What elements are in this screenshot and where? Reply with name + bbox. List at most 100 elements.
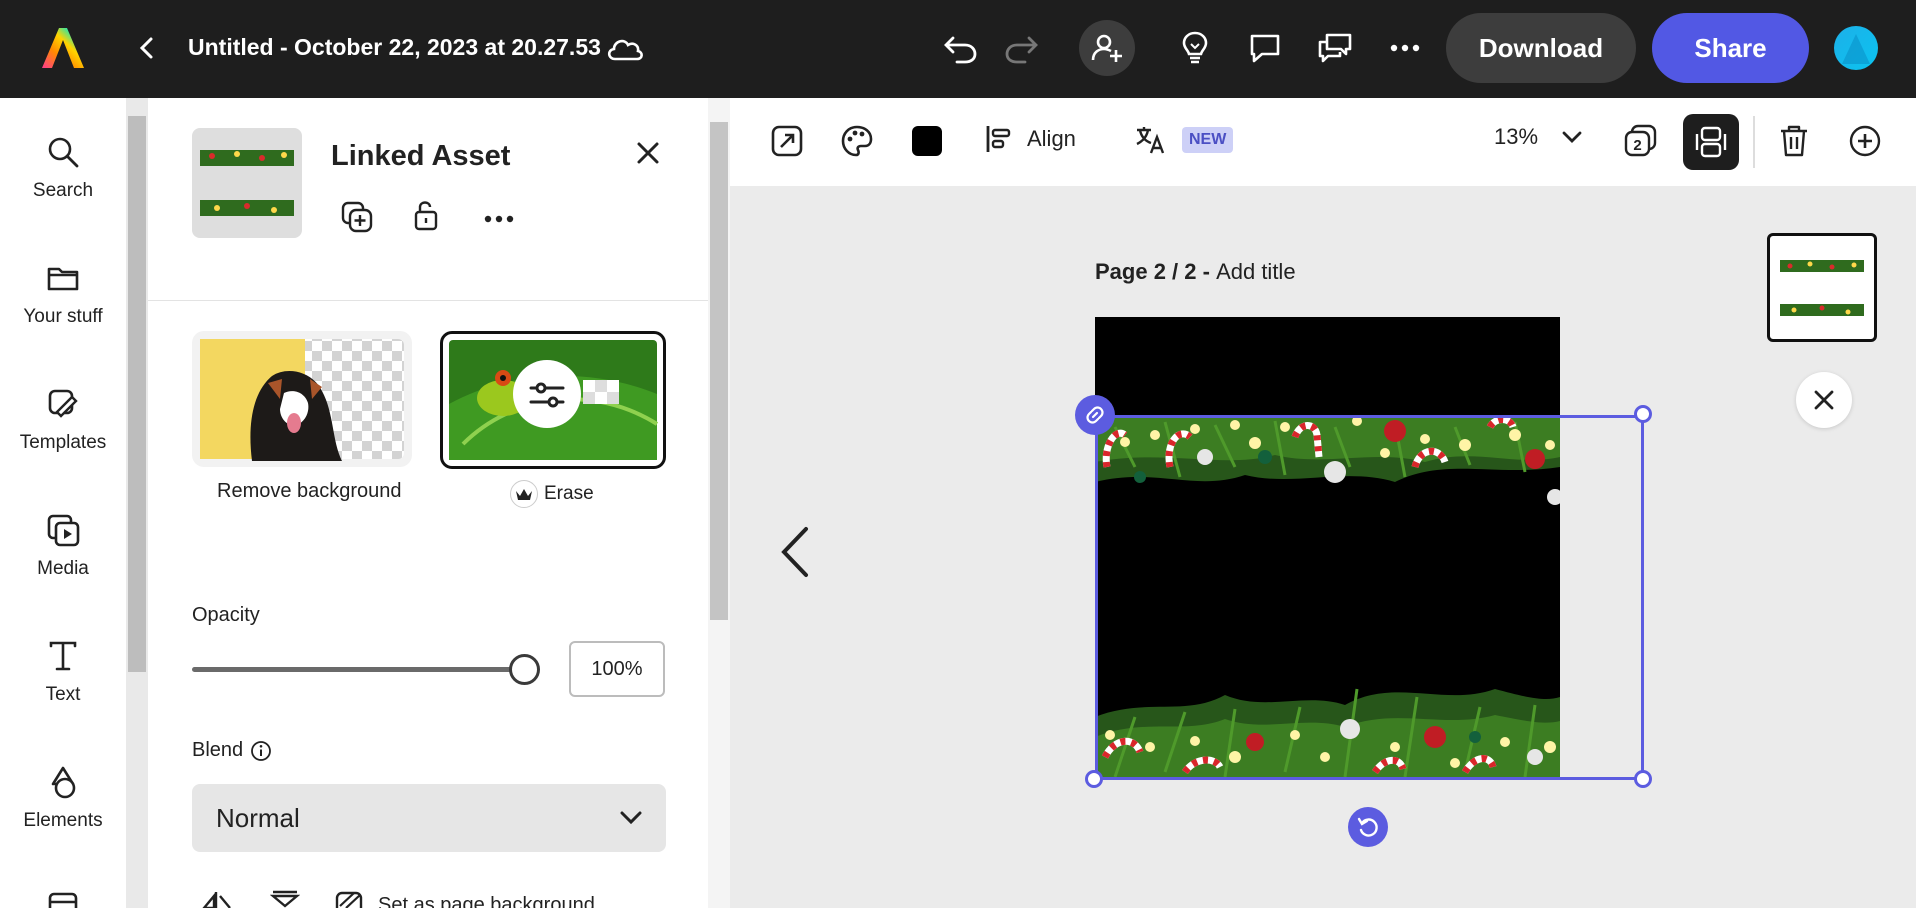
translate-icon (1134, 124, 1166, 156)
more-icon[interactable] (1380, 23, 1430, 73)
sidebar-item-media[interactable]: Media (0, 512, 126, 580)
document-title[interactable]: Untitled - October 22, 2023 at 20.27.53 (188, 34, 601, 61)
back-chevron-icon[interactable] (122, 23, 172, 73)
page-thumbnail[interactable] (1767, 233, 1877, 342)
flip-horizontal-icon[interactable] (200, 890, 234, 908)
previous-page-icon[interactable] (780, 526, 810, 583)
add-icon[interactable] (1848, 124, 1882, 158)
erase-card[interactable] (440, 331, 666, 469)
page-label: Page 2 / 2 - Add title (1095, 259, 1296, 285)
delete-icon[interactable] (1778, 124, 1810, 158)
media-icon (45, 512, 81, 548)
sidebar-item-label: Elements (23, 810, 103, 831)
erase-action[interactable]: Erase (510, 480, 594, 508)
cloud-icon[interactable] (600, 23, 650, 73)
sidebar-item-your-stuff[interactable]: Your stuff (0, 260, 126, 328)
fill-color-swatch[interactable] (910, 124, 944, 158)
opacity-label: Opacity (192, 604, 260, 626)
link-icon[interactable] (1075, 395, 1115, 435)
sidebar-item-label: Search (32, 180, 94, 201)
grid-icon (45, 890, 81, 908)
text-icon (45, 638, 81, 674)
info-icon[interactable] (250, 740, 272, 762)
more-options-icon[interactable] (484, 210, 514, 228)
chevron-down-icon (620, 811, 642, 825)
panel-scroll-thumb[interactable] (710, 122, 728, 620)
sidebar-item-label: Media (37, 558, 89, 579)
templates-icon (45, 386, 81, 422)
remove-background-card[interactable] (192, 331, 412, 467)
panel-title: Linked Asset (331, 140, 511, 172)
search-icon (45, 134, 81, 170)
redo-icon[interactable] (996, 23, 1046, 73)
set-page-background-label[interactable]: Set as page background (378, 894, 595, 908)
blend-mode-value: Normal (216, 802, 300, 833)
download-button[interactable]: Download (1446, 13, 1636, 83)
add-title-link[interactable]: Add title (1216, 259, 1296, 284)
flip-vertical-icon[interactable] (269, 890, 301, 908)
blend-label: Blend (192, 739, 244, 761)
asset-thumbnail (192, 128, 302, 238)
sidebar-item-label: Text (45, 684, 81, 705)
zoom-control[interactable]: 13% (1494, 124, 1582, 150)
page-number: Page 2 / 2 - (1095, 259, 1217, 284)
sidebar-item-search[interactable]: Search (0, 134, 126, 202)
comment-icon[interactable] (1240, 23, 1290, 73)
sidebar-item-templates[interactable]: Templates (0, 386, 126, 454)
canvas-toolbar: Align NEW 13% 2 (730, 98, 1916, 186)
blend-mode-select[interactable]: Normal (192, 784, 666, 852)
undo-icon[interactable] (936, 23, 986, 73)
toolbar-divider (1753, 116, 1755, 168)
canvas-area: Align NEW 13% 2 Page 2 / 2 - Add title (730, 98, 1916, 908)
opacity-slider-track[interactable] (192, 667, 525, 672)
duplicate-icon[interactable] (340, 200, 374, 239)
sidebar-item-text[interactable]: Text (0, 638, 126, 706)
selection-box[interactable] (1095, 415, 1644, 780)
resize-handle-top-right[interactable] (1634, 405, 1652, 423)
new-badge: NEW (1182, 127, 1234, 153)
remove-background-label[interactable]: Remove background (217, 480, 402, 503)
sidebar-item-more[interactable] (0, 890, 126, 908)
opacity-input[interactable]: 100% (569, 641, 665, 697)
rail-scrollbar[interactable] (126, 98, 148, 908)
erase-label: Erase (544, 483, 594, 504)
premium-crown-icon (510, 480, 538, 508)
properties-panel: Linked Asset Remove background Erase Opa… (148, 98, 708, 908)
opacity-slider-handle[interactable] (509, 654, 540, 685)
close-icon[interactable] (635, 140, 661, 171)
align-button[interactable]: Align (985, 124, 1076, 154)
svg-text:2: 2 (1633, 137, 1641, 154)
rotate-icon[interactable] (1348, 807, 1388, 847)
lightbulb-icon[interactable] (1170, 23, 1220, 73)
sidebar-item-label: Templates (19, 432, 107, 453)
rail-scroll-thumb[interactable] (128, 116, 146, 672)
blend-header: Blend (192, 739, 272, 762)
resize-handle-bottom-left[interactable] (1085, 770, 1103, 788)
elements-icon (45, 764, 81, 800)
zoom-level: 13% (1494, 124, 1539, 149)
adobe-express-logo[interactable] (40, 26, 86, 70)
sidebar-item-label: Your stuff (23, 306, 103, 327)
avatar[interactable] (1834, 26, 1878, 70)
unlock-icon[interactable] (412, 198, 440, 237)
pages-icon[interactable]: 2 (1623, 123, 1659, 159)
panel-scrollbar[interactable] (708, 98, 730, 908)
page-background-icon[interactable] (334, 890, 364, 908)
close-thumbnails-button[interactable] (1796, 372, 1852, 428)
translate-button[interactable]: NEW (1134, 124, 1234, 156)
align-label: Align (1027, 126, 1076, 151)
layers-button[interactable] (1683, 114, 1739, 170)
resize-icon[interactable] (770, 124, 804, 158)
folder-icon (45, 260, 81, 296)
invite-person-icon[interactable] (1079, 20, 1135, 76)
top-bar: Untitled - October 22, 2023 at 20.27.53 … (0, 0, 1916, 98)
resize-handle-bottom-right[interactable] (1634, 770, 1652, 788)
share-button[interactable]: Share (1652, 13, 1809, 83)
chat-icon[interactable] (1310, 23, 1360, 73)
left-rail: Search Your stuff Templates Media Text E… (0, 98, 126, 908)
sidebar-item-elements[interactable]: Elements (0, 764, 126, 832)
close-icon (1814, 390, 1834, 410)
palette-icon[interactable] (840, 124, 874, 158)
align-left-icon (985, 124, 1013, 154)
divider (148, 300, 708, 301)
